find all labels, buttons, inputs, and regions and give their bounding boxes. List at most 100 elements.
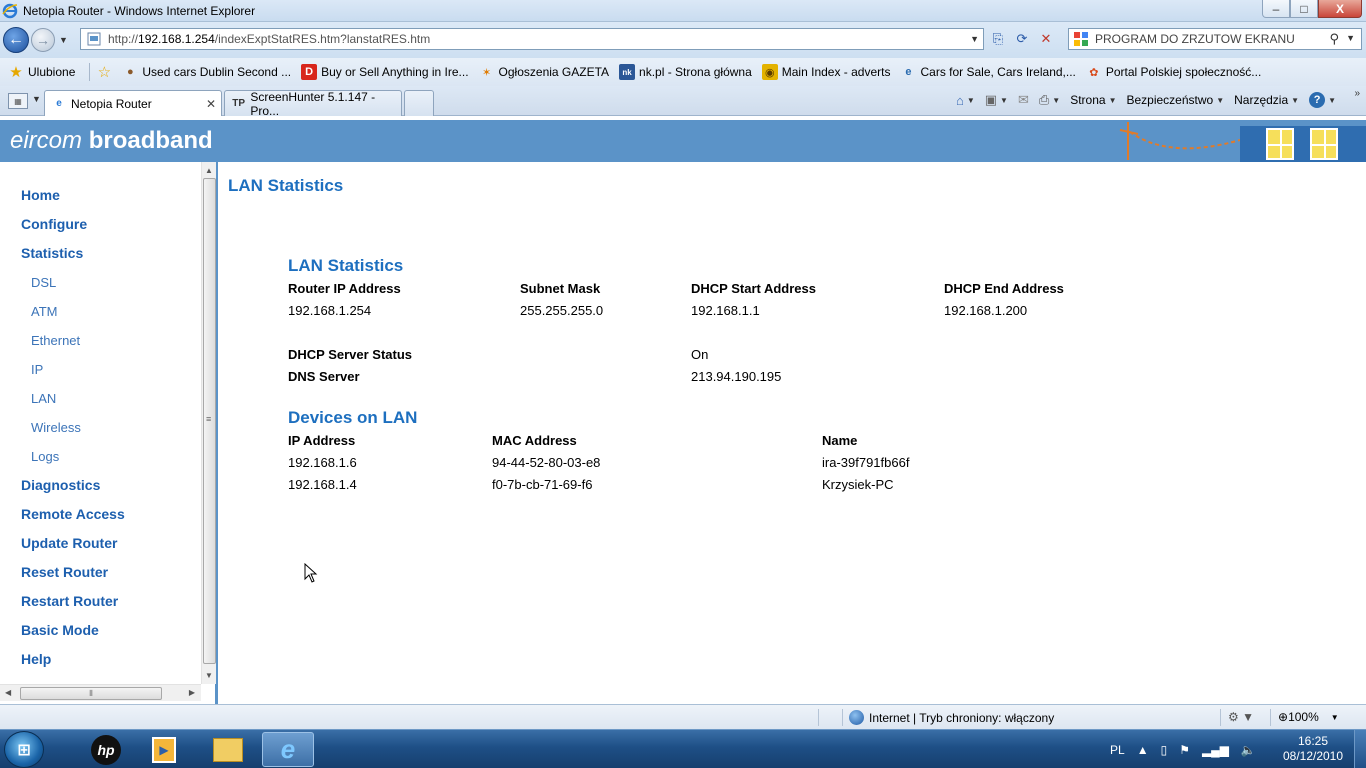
page-menu[interactable]: Strona ▼: [1070, 93, 1116, 107]
home-icon: ⌂: [955, 92, 964, 108]
zoom-dropdown[interactable]: ▼: [1331, 713, 1339, 722]
home-button[interactable]: ⌂ ▼: [956, 93, 975, 108]
taskbar-explorer[interactable]: [202, 732, 254, 767]
favorites-button[interactable]: ★ Ulubione: [8, 64, 75, 81]
maximize-button[interactable]: □: [1290, 0, 1318, 18]
tools-menu[interactable]: Narzędzia ▼: [1234, 93, 1299, 107]
tab-netopia-router[interactable]: e Netopia Router ✕: [44, 90, 222, 116]
scroll-down-icon[interactable]: ▼: [205, 671, 213, 680]
media-player-icon: ▶: [152, 736, 176, 763]
close-tab-icon[interactable]: ✕: [206, 97, 216, 111]
scroll-left-icon[interactable]: ◀: [5, 688, 11, 697]
navigation-bar: ← → ▼ http://192.168.1.254/indexExptStat…: [0, 22, 1366, 58]
ie-icon: e: [905, 66, 912, 78]
left-navigation-frame: Home Configure Statistics DSL ATM Ethern…: [0, 162, 218, 704]
scrollbar-thumb[interactable]: ⦀: [20, 687, 162, 700]
taskbar-internet-explorer[interactable]: e: [262, 732, 314, 767]
chevron-more-icon[interactable]: »: [1354, 88, 1360, 99]
zoom-icon: ⊕: [1278, 710, 1289, 724]
page-title: LAN Statistics: [228, 176, 344, 195]
nav-reset-router[interactable]: Reset Router: [21, 564, 108, 580]
back-button[interactable]: ←: [3, 27, 29, 53]
nav-ip[interactable]: IP: [31, 362, 43, 377]
ie-icon: [2, 3, 18, 18]
language-indicator[interactable]: PL: [1110, 743, 1125, 757]
favorite-link-nk[interactable]: nk nk.pl - Strona główna: [619, 64, 752, 80]
windows-logo-icon: ⊞: [17, 741, 31, 759]
scroll-right-icon[interactable]: ▶: [189, 688, 195, 697]
favorite-link-cars-ireland[interactable]: e Cars for Sale, Cars Ireland,...: [900, 64, 1075, 80]
star-icon: ★: [9, 64, 23, 81]
close-button[interactable]: X: [1318, 0, 1362, 18]
favorite-link-gazeta[interactable]: ✶ Ogłoszenia GAZETA: [479, 64, 609, 80]
protected-mode-icon[interactable]: ⚙ ▼: [1228, 710, 1254, 724]
nav-restart-router[interactable]: Restart Router: [21, 593, 118, 609]
start-button[interactable]: ⊞: [4, 731, 44, 768]
taskbar-hp[interactable]: hp: [80, 732, 132, 767]
address-dropdown[interactable]: ▼: [970, 34, 979, 44]
history-dropdown[interactable]: ▼: [59, 35, 68, 45]
search-options-dropdown[interactable]: ▼: [1346, 33, 1355, 43]
compatibility-view-icon[interactable]: ⎘: [986, 28, 1010, 50]
print-button[interactable]: ⎙ ▼: [1039, 92, 1060, 108]
favorite-link-used-cars[interactable]: ● Used cars Dublin Second ...: [122, 64, 291, 80]
show-hidden-icons[interactable]: ▲: [1137, 743, 1149, 757]
nav-lan[interactable]: LAN: [31, 391, 56, 406]
forward-button[interactable]: →: [31, 28, 55, 52]
scrollbar-thumb[interactable]: [203, 178, 216, 664]
nav-remote-access[interactable]: Remote Access: [21, 506, 125, 522]
address-bar[interactable]: http://192.168.1.254/indexExptStatRES.ht…: [80, 28, 984, 50]
rss-icon: ▣: [984, 92, 998, 107]
mail-button[interactable]: ✉: [1018, 92, 1029, 108]
eircom-logo: eircom broadband: [10, 127, 213, 154]
clock[interactable]: 16:25 08/12/2010: [1278, 734, 1348, 764]
nav-update-router[interactable]: Update Router: [21, 535, 117, 551]
tab-screenhunter[interactable]: TP ScreenHunter 5.1.147 - Pro...: [224, 90, 402, 118]
nav-help[interactable]: Help: [21, 651, 51, 667]
nav-configure[interactable]: Configure: [21, 216, 87, 232]
search-icon[interactable]: ⚲: [1329, 31, 1339, 47]
nav-diagnostics[interactable]: Diagnostics: [21, 477, 100, 493]
volume-icon[interactable]: 🔈: [1241, 743, 1256, 757]
quick-tabs-icon[interactable]: ▦: [8, 93, 28, 109]
favorite-link-buy-sell[interactable]: D Buy or Sell Anything in Ire...: [301, 64, 469, 80]
new-tab-button[interactable]: [404, 90, 434, 116]
vertical-scrollbar[interactable]: ▲ ▼: [201, 162, 216, 684]
minimize-button[interactable]: –: [1262, 0, 1290, 18]
search-box[interactable]: PROGRAM DO ZRZUTOW EKRANU ⚲ ▼: [1068, 28, 1362, 50]
device-icon[interactable]: ▯: [1161, 743, 1168, 757]
folder-icon: [213, 737, 243, 762]
nav-atm[interactable]: ATM: [31, 304, 57, 319]
zoom-control[interactable]: ⊕ 100% ▼: [1278, 710, 1339, 724]
nav-dsl[interactable]: DSL: [31, 275, 56, 290]
search-input[interactable]: PROGRAM DO ZRZUTOW EKRANU: [1095, 32, 1295, 46]
address-url[interactable]: http://192.168.1.254/indexExptStatRES.ht…: [108, 32, 430, 46]
horizontal-scrollbar[interactable]: ◀ ⦀ ▶: [0, 684, 201, 701]
scroll-up-icon[interactable]: ▲: [205, 166, 213, 175]
stop-icon[interactable]: ✕: [1034, 28, 1058, 50]
mac-address-header: MAC Address: [492, 433, 577, 448]
nav-ethernet[interactable]: Ethernet: [31, 333, 80, 348]
feeds-button[interactable]: ▣ ▼: [985, 92, 1008, 108]
mail-icon: ✉: [1017, 92, 1029, 107]
show-desktop-button[interactable]: [1354, 730, 1366, 768]
nav-wireless[interactable]: Wireless: [31, 420, 81, 435]
tab-bar: ▦ ▼ e Netopia Router ✕ TP ScreenHunter 5…: [0, 86, 1366, 118]
add-favorites-icon[interactable]: ☆: [96, 64, 116, 81]
help-menu[interactable]: ? ▼: [1309, 92, 1336, 108]
network-signal-icon[interactable]: ▂▄▆: [1202, 743, 1229, 757]
flag-icon[interactable]: ⚑: [1179, 743, 1190, 757]
safety-menu[interactable]: Bezpieczeństwo ▼: [1126, 93, 1224, 107]
refresh-icon[interactable]: ⟳: [1010, 28, 1034, 50]
nav-home[interactable]: Home: [21, 187, 60, 203]
nav-basic-mode[interactable]: Basic Mode: [21, 622, 99, 638]
taskbar-media-player[interactable]: ▶: [138, 732, 190, 767]
arrow-left-icon: ←: [8, 31, 24, 48]
nav-statistics[interactable]: Statistics: [21, 245, 83, 261]
nav-logs[interactable]: Logs: [31, 449, 59, 464]
favorite-link-portal[interactable]: ✿ Portal Polskiej społeczność...: [1086, 64, 1261, 80]
window-titlebar: Netopia Router - Windows Internet Explor…: [0, 0, 1366, 22]
security-zone[interactable]: Internet | Tryb chroniony: włączony: [849, 710, 1054, 725]
tab-list-dropdown[interactable]: ▼: [32, 94, 41, 104]
favorite-link-adverts[interactable]: ◉ Main Index - adverts: [761, 64, 890, 80]
